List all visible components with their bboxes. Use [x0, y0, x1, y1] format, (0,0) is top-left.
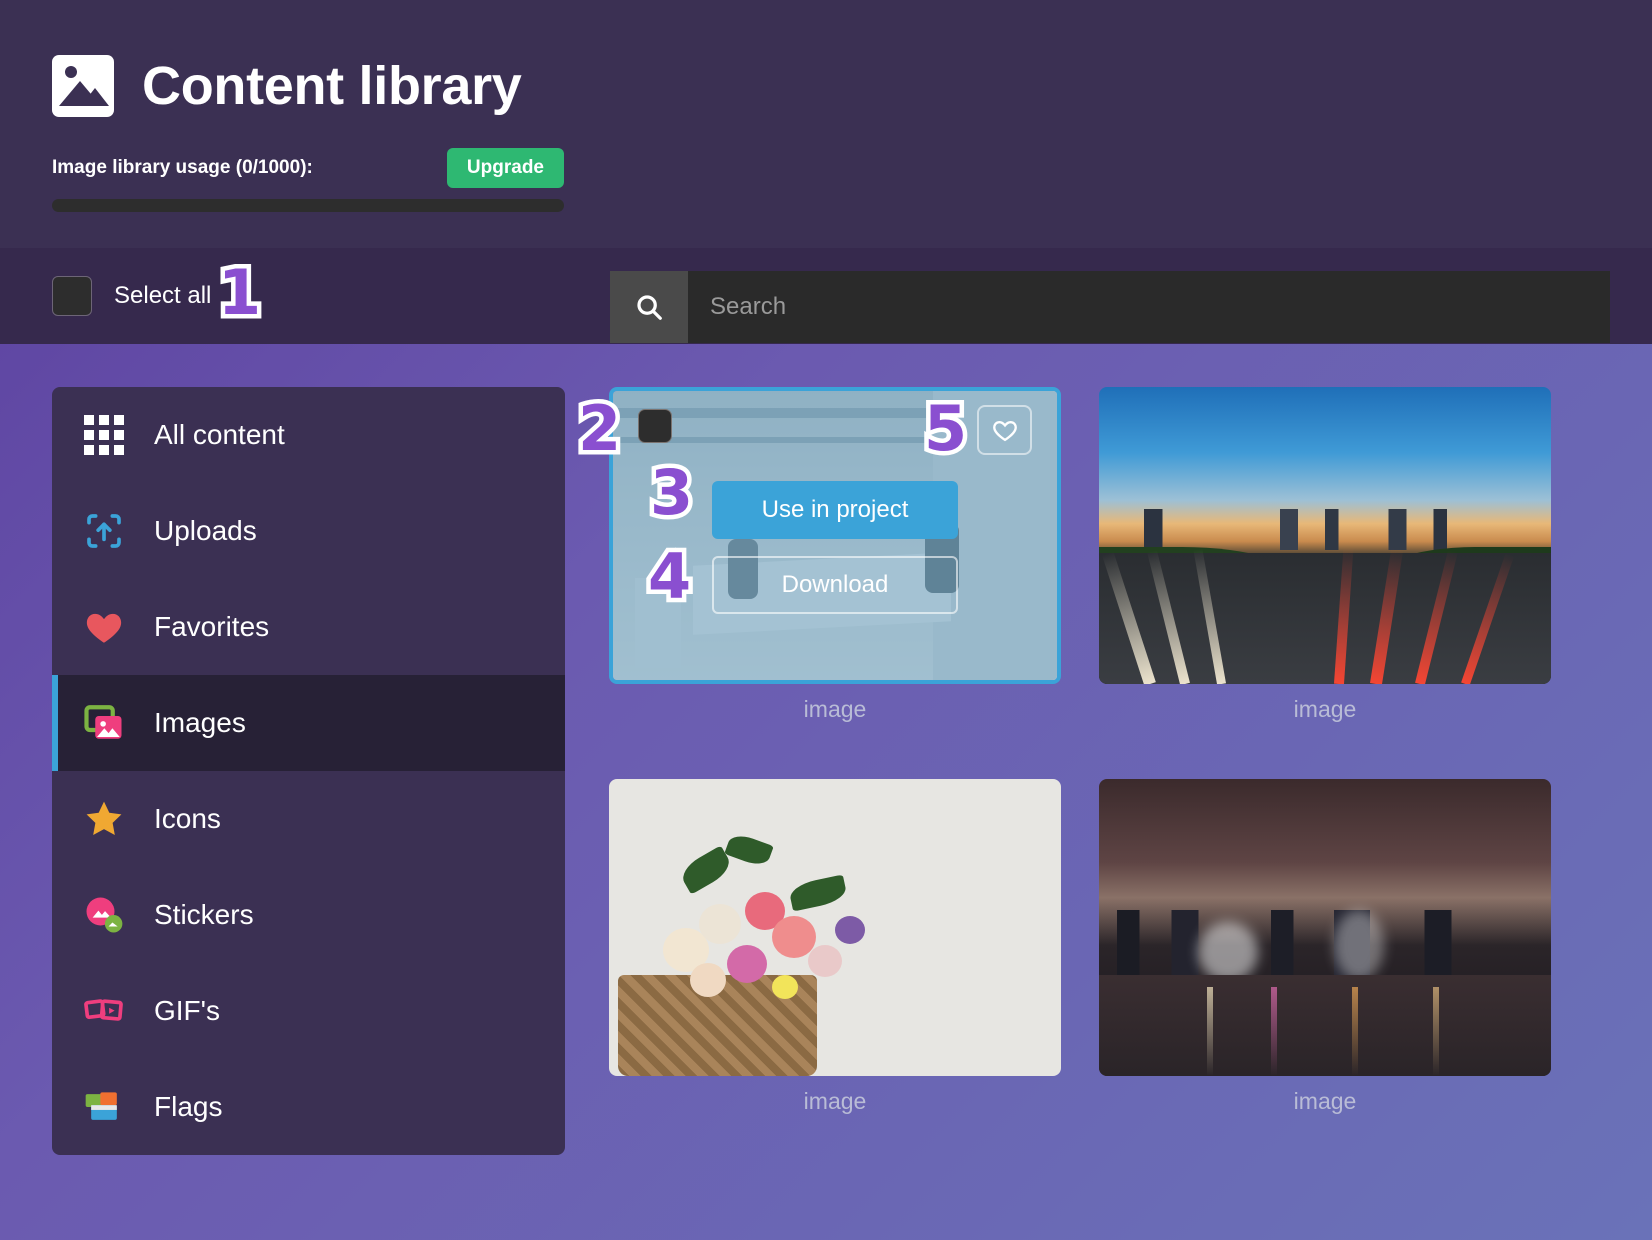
image-gallery: Use in project Download image image imag…: [609, 387, 1609, 1115]
sidebar-item-all-content[interactable]: All content: [52, 387, 565, 483]
sidebar-item-label: Images: [154, 707, 246, 738]
image-thumbnail: [609, 779, 1061, 1076]
usage-row: Image library usage (0/1000): Upgrade: [52, 148, 564, 188]
image-card[interactable]: [1099, 779, 1551, 1076]
sidebar-item-uploads[interactable]: Uploads: [52, 483, 565, 579]
favorite-button[interactable]: [977, 405, 1032, 455]
sidebar-item-favorites[interactable]: Favorites: [52, 579, 565, 675]
gallery-item[interactable]: image: [1099, 387, 1551, 723]
gallery-row: Use in project Download image image: [609, 387, 1609, 723]
image-caption: image: [1293, 696, 1357, 722]
upload-icon: [80, 507, 128, 555]
sidebar-item-stickers[interactable]: Stickers: [52, 867, 565, 963]
select-all-label: Select all: [114, 282, 212, 309]
sidebar-item-label: Icons: [154, 803, 221, 834]
image-caption: image: [803, 1088, 867, 1114]
upgrade-button[interactable]: Upgrade: [446, 148, 564, 188]
card-select-checkbox[interactable]: [638, 409, 672, 443]
sidebar-item-label: GIF's: [154, 995, 221, 1026]
heart-icon: [80, 603, 128, 651]
sidebar-item-icons[interactable]: Icons: [52, 771, 565, 867]
sidebar-item-flags[interactable]: Flags: [52, 1059, 565, 1155]
flags-icon: [80, 1083, 128, 1131]
image-thumbnail: [1099, 387, 1551, 684]
gif-icon: [80, 987, 128, 1035]
sidebar-item-label: All content: [154, 419, 285, 450]
use-in-project-button[interactable]: Use in project: [712, 481, 958, 539]
sidebar-item-label: Flags: [154, 1091, 223, 1122]
gallery-item[interactable]: Use in project Download image: [609, 387, 1061, 723]
page-title: Content library: [142, 56, 522, 116]
stickers-icon: [80, 891, 128, 939]
page-header: Content library Image library usage (0/1…: [0, 0, 1652, 248]
gallery-item[interactable]: image: [1099, 779, 1551, 1115]
select-all-checkbox[interactable]: [52, 276, 92, 316]
image-thumbnail: [1099, 779, 1551, 1076]
usage-label: Image library usage (0/1000):: [52, 157, 313, 178]
image-placeholder-icon: [52, 55, 114, 117]
search-input[interactable]: [688, 271, 1610, 343]
gallery-row: image image: [609, 779, 1609, 1115]
grid-icon: [80, 411, 128, 459]
image-caption: image: [1293, 1088, 1357, 1114]
sidebar-item-gifs[interactable]: GIF's: [52, 963, 565, 1059]
library-toolbar: Select all: [0, 248, 1652, 344]
sidebar-item-label: Uploads: [154, 515, 257, 546]
content-type-sidebar: All content Uploads Favorites Images Ico…: [52, 387, 565, 1155]
image-caption: image: [803, 696, 867, 722]
select-all-group[interactable]: Select all: [52, 276, 211, 316]
search-bar: [610, 271, 1610, 343]
sidebar-item-label: Favorites: [154, 611, 270, 642]
star-icon: [80, 795, 128, 843]
download-button[interactable]: Download: [712, 556, 958, 614]
image-card[interactable]: [609, 779, 1061, 1076]
heart-outline-icon: [992, 421, 1017, 442]
sidebar-item-label: Stickers: [154, 899, 254, 930]
image-card[interactable]: [1099, 387, 1551, 684]
sidebar-item-images[interactable]: Images: [52, 675, 565, 771]
usage-progress-bar: [52, 199, 564, 212]
header-title-row: Content library: [52, 55, 522, 117]
search-icon[interactable]: [610, 271, 688, 343]
gallery-item[interactable]: image: [609, 779, 1061, 1115]
image-card-selected[interactable]: Use in project Download: [609, 387, 1061, 684]
images-icon: [80, 699, 128, 747]
